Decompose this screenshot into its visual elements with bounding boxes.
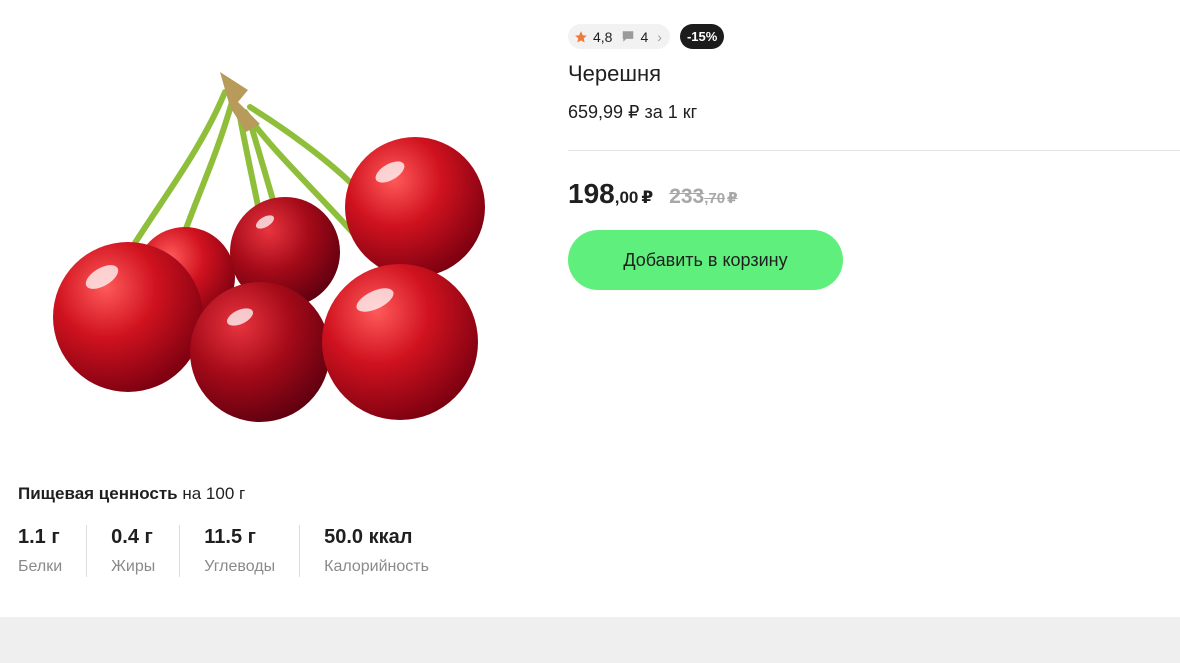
nutrition-value: 1.1 г: [18, 526, 60, 548]
nutrition-title-strong: Пищевая ценность: [18, 484, 178, 503]
nutrition-value: 50.0 ккал: [324, 526, 413, 548]
old-price-currency: ₽: [727, 190, 738, 207]
nutrition-label: Белки: [18, 558, 63, 575]
nutrition-value: 0.4 г: [111, 526, 153, 548]
add-to-cart-button[interactable]: Добавить в корзину: [568, 230, 843, 290]
nutrition-title: Пищевая ценность на 100 г: [18, 483, 518, 505]
current-price-cents: ,00: [614, 188, 639, 207]
nutrition-label: Углеводы: [204, 558, 276, 575]
nutrition-label: Жиры: [111, 558, 156, 575]
product-image[interactable]: [50, 62, 490, 422]
nutrition-carbs: 11.5 г Углеводы: [179, 525, 299, 577]
nutrition-title-rest: на 100 г: [177, 484, 246, 503]
current-price: 198: [568, 178, 615, 209]
nutrition-label: Калорийность: [324, 558, 429, 575]
discount-badge: -15%: [679, 24, 725, 49]
nutrition-values: 1.1 г Белки 0.4 г Жиры 11.5 г Углеводы 5…: [18, 525, 518, 577]
nutrition-value: 11.5 г: [204, 526, 256, 548]
nutrition-calories: 50.0 ккал Калорийность: [299, 525, 453, 577]
rating-reviews-link[interactable]: 4,8 4 ›: [568, 24, 670, 49]
star-icon: [575, 30, 587, 43]
currency-sign: ₽: [641, 188, 654, 207]
page-bottom-background: [0, 617, 1180, 663]
price-row: 198,00 ₽ 233,70 ₽: [568, 178, 1180, 210]
product-info: 4,8 4 › -15% Черешня 659,99 ₽ за 1 кг 19…: [568, 24, 1180, 290]
divider: [568, 150, 1180, 151]
nutrition-protein: 1.1 г Белки: [18, 525, 86, 577]
reviews-count: 4: [640, 28, 649, 45]
nutrition-fat: 0.4 г Жиры: [86, 525, 179, 577]
old-price: 233,70 ₽: [669, 185, 737, 209]
product-title: Черешня: [568, 61, 662, 86]
nutrition-panel: Пищевая ценность на 100 г 1.1 г Белки 0.…: [18, 483, 518, 577]
chevron-right-icon: ›: [657, 28, 662, 45]
rating-value: 4,8: [593, 28, 613, 45]
product-card: Пищевая ценность на 100 г 1.1 г Белки 0.…: [0, 0, 1180, 617]
old-price-main: 233: [669, 185, 705, 208]
badges-row: 4,8 4 › -15%: [568, 24, 1180, 49]
comment-icon: [623, 31, 634, 42]
unit-price: 659,99 ₽ за 1 кг: [568, 102, 698, 122]
old-price-cents: ,70: [704, 190, 726, 207]
